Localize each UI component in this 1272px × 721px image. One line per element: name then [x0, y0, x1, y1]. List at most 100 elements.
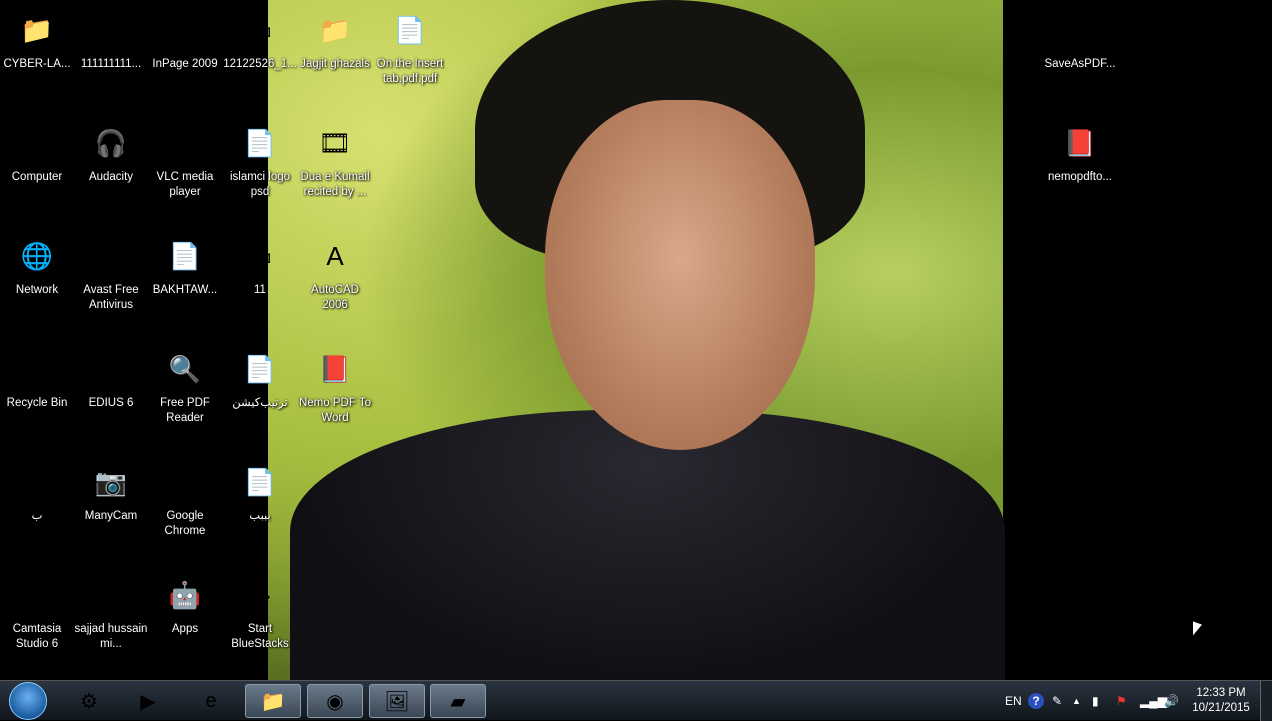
desktop-icon[interactable]: ◆ Start BlueStacks — [223, 573, 297, 652]
media-player-icon: ▶ — [140, 690, 156, 713]
icon-label: Dua e Kumail recited by ... — [300, 171, 370, 198]
desktop-icon[interactable]: 🌐 Network — [0, 234, 74, 298]
desktop-icon[interactable]: Wب — [0, 460, 74, 524]
icon-label: Start BlueStacks — [231, 623, 289, 650]
help-icon[interactable]: ? — [1028, 681, 1044, 721]
icon-image: 🤖 — [163, 573, 207, 617]
desktop-icon[interactable]: ▷ EDIUS 6 — [74, 347, 148, 411]
icon-glyph: i — [182, 14, 188, 45]
icon-label: 111111111... — [80, 58, 142, 70]
icon-image: ▭ — [238, 8, 282, 52]
desktop-icon[interactable]: 📄 BAKHTAW... — [148, 234, 222, 298]
desktop-icon[interactable]: 📄 ترتیب‌کیشن — [223, 347, 297, 411]
desktop-icon[interactable]: 📕 nemopdfto... — [1043, 121, 1117, 185]
clock[interactable]: 12:33 PM 10/21/2015 — [1188, 686, 1254, 716]
icon-label: ب — [31, 510, 43, 522]
action-center-flag-icon[interactable]: ⚑ — [1116, 681, 1127, 721]
icon-image: 📄 — [238, 121, 282, 165]
icon-label: Jagjit ghazals — [300, 58, 370, 70]
icon-label: sajjad hussain mi... — [74, 623, 148, 650]
desktop-icon[interactable]: ▭ 11 — [223, 234, 297, 298]
desktop-icon[interactable]: ✱ Avast Free Antivirus — [74, 234, 148, 313]
icon-image: 📄 — [238, 460, 282, 504]
desktop-icon[interactable]: 📁 CYBER-LA... — [0, 8, 74, 72]
icon-image: W — [15, 460, 59, 504]
icon-glyph: 🖥 — [1063, 14, 1097, 45]
icon-label: SaveAsPDF... — [1044, 58, 1116, 70]
icon-image: A — [313, 234, 357, 278]
desktop-icon[interactable]: 🔍 Free PDF Reader — [148, 347, 222, 426]
google-chrome-icon: ◉ — [326, 690, 344, 713]
camtasia-icon: ▰ — [450, 690, 466, 713]
desktop-icon[interactable]: ♪ sajjad hussain mi... — [74, 573, 148, 652]
desktop-icon[interactable]: ▭ 12122526_1... — [223, 8, 297, 72]
desktop-icon[interactable]: 📄 بببب — [223, 460, 297, 524]
taskbar-media-player-button[interactable]: ▶ — [120, 684, 176, 718]
icon-glyph: 📁 — [318, 14, 352, 45]
icon-image: ▲ — [163, 121, 207, 165]
icon-glyph: 📷 — [94, 466, 128, 497]
icon-image: ▰ — [15, 573, 59, 617]
icon-image: ▭ — [238, 234, 282, 278]
icon-label: Computer — [11, 171, 63, 183]
icon-image: ✱ — [89, 234, 133, 278]
desktop-icon[interactable]: ▲ VLC media player — [148, 121, 222, 200]
icon-label: InPage 2009 — [152, 58, 218, 70]
desktop-icon[interactable]: A AutoCAD 2006 — [298, 234, 372, 313]
icon-label: islamci logo psd — [229, 171, 291, 198]
icon-glyph: 🎧 — [94, 127, 128, 158]
taskbar-internet-explorer-button[interactable]: e — [183, 684, 239, 718]
power-icon[interactable]: ▮ — [1092, 681, 1099, 721]
icon-glyph: 📄 — [243, 466, 277, 497]
desktop-icon[interactable]: 🎧 Audacity — [74, 121, 148, 185]
icon-image: 📁 — [313, 8, 357, 52]
taskbar-google-chrome-button[interactable]: ◉ — [307, 684, 363, 718]
desktop-icon[interactable]: 📷 ManyCam — [74, 460, 148, 524]
icon-glyph: ◉ — [173, 466, 197, 497]
icon-glyph: ♪ — [104, 579, 118, 610]
desktop-icon[interactable]: 🤖 Apps — [148, 573, 222, 637]
icon-glyph: W — [24, 466, 50, 497]
desktop-icon[interactable]: 🖥 Computer — [0, 121, 74, 185]
pen-icon[interactable]: ✎ — [1052, 681, 1062, 721]
icon-label: Google Chrome — [164, 510, 206, 537]
show-hidden-icons-arrow[interactable]: ▲ — [1072, 681, 1081, 721]
clock-date: 10/21/2015 — [1192, 702, 1250, 714]
icon-glyph: 🤖 — [168, 579, 202, 610]
desktop-icon[interactable]: 🖥 SaveAsPDF... — [1043, 8, 1117, 72]
icon-label: Apps — [171, 623, 199, 635]
icon-image: 📄 — [238, 347, 282, 391]
desktop-icon[interactable]: ◉ Google Chrome — [148, 460, 222, 539]
desktop-icon[interactable]: 🗑 Recycle Bin — [0, 347, 74, 411]
language-indicator[interactable]: EN — [1005, 681, 1022, 721]
help-label: ? — [1028, 693, 1044, 709]
volume-icon[interactable]: 🔊 — [1164, 681, 1179, 721]
icon-image: 📕 — [313, 347, 357, 391]
icon-label: EDIUS 6 — [88, 397, 134, 409]
icon-glyph: ▷ — [101, 353, 121, 384]
icon-label: بببب — [249, 510, 271, 522]
desktop-icon[interactable]: 🎞 Dua e Kumail recited by ... — [298, 121, 372, 200]
desktop-icon[interactable]: ▰ Camtasia Studio 6 — [0, 573, 74, 652]
taskbar-photo-viewer-button[interactable]: 🖼 — [369, 684, 425, 718]
icon-label: VLC media player — [156, 171, 214, 198]
icon-glyph: 📄 — [243, 127, 277, 158]
taskbar-camtasia-button[interactable]: ▰ — [430, 684, 486, 718]
desktop-icon[interactable]: ♪ 111111111... — [74, 8, 148, 72]
icon-image: 🗑 — [15, 347, 59, 391]
signal-icon[interactable]: ▂▄▆ — [1140, 681, 1167, 721]
icon-image: ◉ — [163, 460, 207, 504]
desktop-icon[interactable]: i InPage 2009 — [148, 8, 222, 72]
icon-glyph: ▭ — [247, 240, 273, 271]
desktop-icon[interactable]: 📄 On the Insert tab.pdf.pdf — [373, 8, 447, 87]
taskbar: ⚙ ▶ e 📁 ◉ 🖼 ▰ EN ? ✎ ▲ ▮ ⚑ ▂▄▆ 🔊 12:33 PM 10/2… — [0, 680, 1272, 721]
desktop-icon[interactable]: 📄 islamci logo psd — [223, 121, 297, 200]
taskbar-windows-explorer-button[interactable]: 📁 — [245, 684, 301, 718]
taskbar-control-panel-button[interactable]: ⚙ — [61, 684, 117, 718]
icon-image: 🔍 — [163, 347, 207, 391]
start-button[interactable] — [9, 682, 47, 720]
icon-label: Audacity — [88, 171, 134, 183]
desktop-icon[interactable]: 📕 Nemo PDF To Word — [298, 347, 372, 426]
show-desktop-button[interactable] — [1260, 681, 1272, 721]
desktop-icon[interactable]: 📁 Jagjit ghazals — [298, 8, 372, 72]
